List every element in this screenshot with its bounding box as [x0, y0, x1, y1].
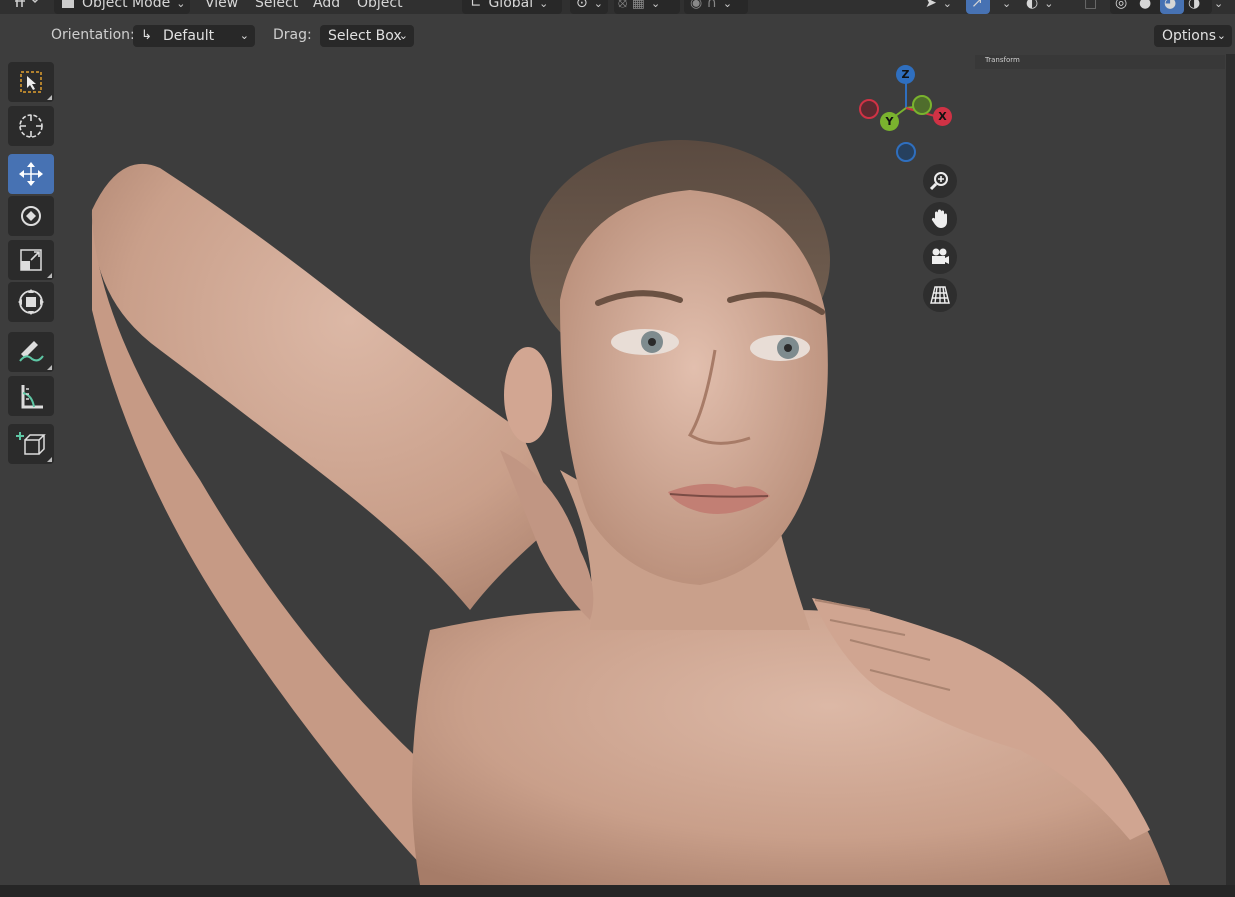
orientation-axes-icon: ↳ — [141, 28, 152, 43]
tool-settings-bar: Orientation: ↳ Default ⌄ Drag: Select Bo… — [0, 22, 1235, 50]
transform-label: Transform — [985, 56, 1020, 64]
tool-add-cube[interactable] — [8, 424, 54, 464]
add-cube-icon — [16, 432, 46, 455]
annotate-icon — [19, 341, 44, 362]
mode-selector-content[interactable]: Object Mode ⌄ — [62, 0, 185, 11]
camera-view-button[interactable] — [923, 240, 957, 274]
move-icon — [19, 162, 43, 186]
tool-move[interactable] — [8, 154, 54, 194]
view-object-types-icon[interactable]: ➤ ⌄ — [925, 0, 952, 11]
z-axis-label: Z — [901, 68, 910, 81]
gizmo-dropdown[interactable]: ⌄ — [996, 0, 1011, 11]
tool-select-box[interactable] — [8, 62, 54, 102]
transform-orientation-content[interactable]: ∟ Global ⌄ — [470, 0, 548, 11]
viewport-scrollbar[interactable] — [1226, 54, 1235, 885]
gizmo-neg-z-axis[interactable] — [896, 142, 916, 162]
tool-measure[interactable] — [8, 376, 54, 416]
material-preview-icon: ◕ — [1164, 0, 1177, 11]
orientation-label: Orientation: — [51, 27, 135, 43]
mode-label: Object Mode — [82, 0, 171, 11]
orientation-value: Default — [163, 28, 215, 44]
pan-button[interactable] — [923, 202, 957, 236]
pivot-icon: ⊙ ⌄ — [576, 0, 603, 11]
overlays-icon[interactable]: ◐ ⌄ — [1026, 0, 1053, 11]
grid-icon — [930, 286, 950, 304]
editor-header: Object Mode ⌄ View Select Add Object ∟ Gl… — [0, 0, 1235, 14]
snap-icon[interactable]: ⦻ ▦ ⌄ — [618, 0, 660, 11]
zoom-button[interactable] — [923, 164, 957, 198]
rendered-shading-icon[interactable]: ◑ — [1188, 0, 1200, 11]
gizmo-icon: ↗ — [971, 0, 983, 11]
status-bar — [0, 885, 1235, 897]
gizmo-y-axis[interactable]: Y — [880, 112, 899, 131]
gizmo-z-axis[interactable]: Z — [896, 65, 915, 84]
scanned-figure-model — [91, 140, 1170, 885]
tool-scale[interactable] — [8, 240, 54, 280]
menu-view[interactable]: View — [205, 0, 238, 11]
rotate-icon — [21, 206, 41, 226]
drag-dropdown[interactable]: Select Box ⌄ — [320, 25, 414, 47]
tool-transform[interactable] — [8, 282, 54, 322]
editor-type-icon[interactable] — [12, 0, 42, 13]
drag-label: Drag: — [273, 27, 312, 43]
object-mode-icon — [62, 0, 74, 8]
options-dropdown[interactable]: Options ⌄ — [1154, 25, 1232, 47]
tool-cursor[interactable] — [8, 106, 54, 146]
camera-icon — [932, 248, 949, 264]
tool-rotate[interactable] — [8, 196, 54, 236]
gizmo-neg-y-axis[interactable] — [912, 95, 932, 115]
chevron-down-icon: ⌄ — [176, 0, 186, 10]
perspective-toggle-button[interactable] — [923, 278, 957, 312]
transform-icon — [18, 289, 44, 315]
menu-add[interactable]: Add — [313, 0, 340, 11]
chevron-down-icon: ⌄ — [539, 0, 549, 10]
xray-icon[interactable]: □ — [1084, 0, 1097, 11]
y-axis-label: Y — [885, 115, 894, 128]
cursor-icon — [19, 114, 43, 138]
drag-value: Select Box — [328, 28, 402, 44]
scale-icon — [20, 249, 42, 271]
chevron-down-icon: ⌄ — [398, 29, 408, 42]
x-axis-label: X — [938, 110, 947, 123]
gizmo-x-axis[interactable]: X — [933, 107, 952, 126]
menu-select[interactable]: Select — [255, 0, 298, 11]
menu-object[interactable]: Object — [357, 0, 403, 11]
orientation-global-label: Global — [488, 0, 534, 11]
orientation-icon: ∟ — [470, 0, 482, 11]
hand-icon — [931, 209, 947, 228]
measure-icon — [21, 385, 43, 409]
gizmo-neg-x-axis[interactable] — [859, 99, 879, 119]
shading-dropdown[interactable]: ⌄ — [1208, 0, 1223, 11]
proportional-edit-icon[interactable]: ◉ ∩ ⌄ — [690, 0, 732, 11]
chevron-down-icon: ⌄ — [1216, 29, 1226, 42]
select-box-icon — [20, 71, 42, 93]
options-label: Options — [1162, 28, 1217, 44]
sidebar-transform-tab[interactable]: Transform — [975, 55, 1225, 69]
orientation-dropdown[interactable]: ↳ Default ⌄ — [133, 25, 255, 47]
chevron-down-icon: ⌄ — [239, 29, 249, 42]
tool-annotate[interactable] — [8, 332, 54, 372]
zoom-icon — [929, 172, 948, 191]
wireframe-shading-icon[interactable]: ◎ — [1115, 0, 1127, 11]
solid-shading-icon[interactable]: ● — [1139, 0, 1151, 11]
3d-viewport[interactable]: Transform Z Y X — [0, 50, 1235, 885]
